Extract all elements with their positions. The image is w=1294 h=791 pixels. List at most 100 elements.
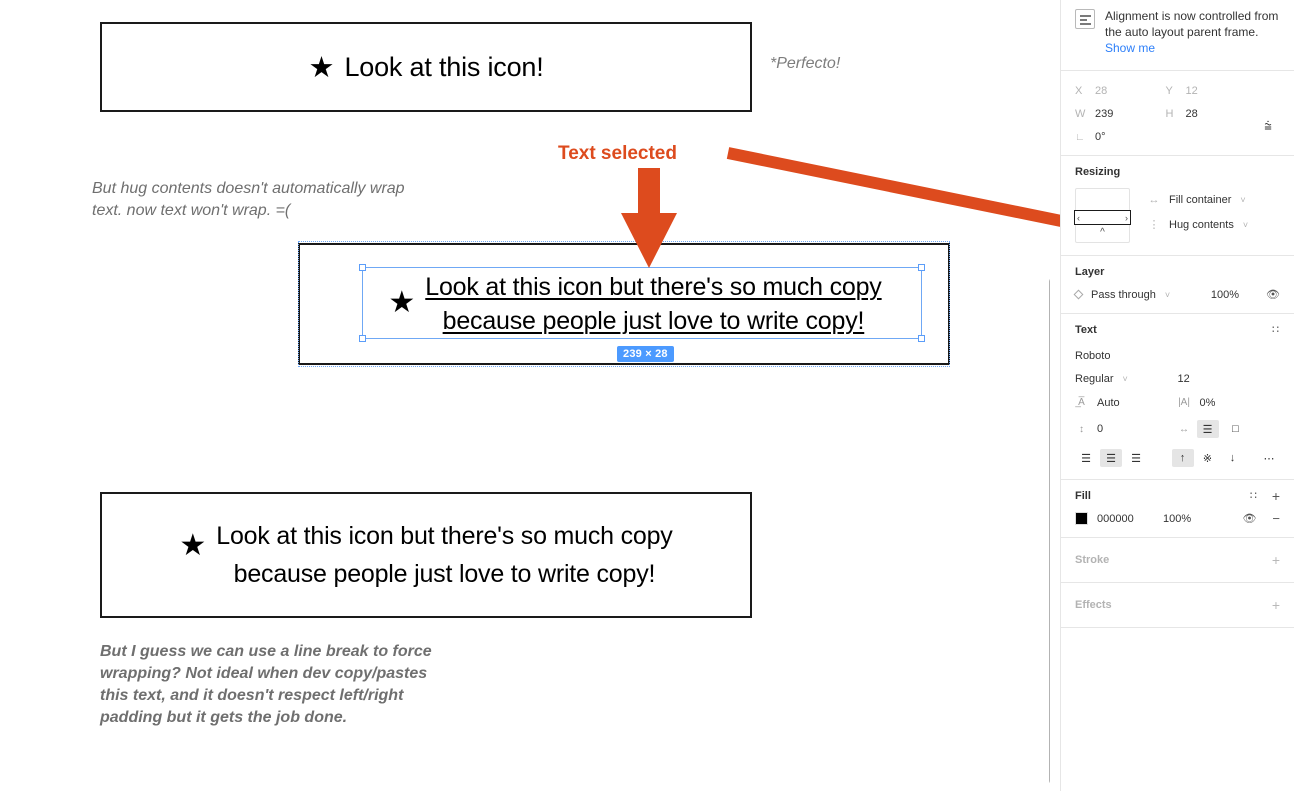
frame-box-1[interactable]: ★ Look at this icon! [100, 22, 752, 112]
stroke-title: Stroke [1075, 554, 1110, 566]
resize-horizontal-bar[interactable]: ‹ › [1074, 210, 1131, 225]
h-field[interactable]: H 28 [1166, 108, 1257, 120]
rotation-icon: ∟ [1075, 131, 1085, 143]
w-field[interactable]: W 239 [1075, 108, 1166, 120]
font-weight-control[interactable]: Regular ˅ [1075, 373, 1178, 385]
star-icon: ★ [308, 51, 335, 84]
chevron-down-icon: ˅ [1122, 374, 1128, 384]
chevron-left-icon: ‹ [1077, 212, 1080, 223]
line-break-note: But I guess we can use a line break to f… [100, 643, 432, 726]
letter-spacing-icon: |A| [1178, 397, 1190, 408]
hug-icon: ⋮ [1148, 219, 1160, 231]
fill-title: Fill [1075, 490, 1091, 502]
perfecto-note: *Perfecto! [770, 55, 841, 72]
align-center-button[interactable]: ☰ [1100, 449, 1122, 467]
hug-contents-note: But hug contents doesn't automatically w… [92, 180, 405, 219]
visibility-eye-icon[interactable]: 👁 [1266, 288, 1280, 301]
align-middle-button[interactable]: ※ [1197, 449, 1219, 467]
letter-spacing-value: 0% [1199, 396, 1216, 409]
frame-box-1-label: Look at this icon! [344, 51, 544, 82]
letter-spacing-control[interactable]: |A| 0% [1178, 396, 1281, 409]
add-stroke-button[interactable]: + [1272, 553, 1280, 567]
text-title: Text [1075, 324, 1097, 336]
line-height-value: Auto [1097, 396, 1120, 409]
annotation-label: Text selected [558, 143, 677, 164]
layer-title: Layer [1075, 266, 1105, 278]
add-effect-button[interactable]: + [1272, 598, 1280, 612]
dimension-badge: 239 × 28 [617, 346, 674, 362]
fixed-size-button[interactable]: □ [1225, 420, 1247, 438]
auto-height-button[interactable]: ☰ [1196, 420, 1219, 438]
horizontal-arrows-icon: ↔ [1148, 194, 1160, 206]
resize-horizontal-control[interactable]: ↔ Fill container ˅ [1148, 194, 1248, 206]
lock-aspect-ratio-icon[interactable]: ⩭ [1264, 118, 1272, 134]
font-weight-value: Regular [1075, 373, 1114, 385]
chevron-up-icon: ^ [1100, 227, 1105, 238]
chevron-down-icon: ˅ [1242, 219, 1249, 230]
y-label: Y [1165, 85, 1173, 97]
align-left-icon [1075, 9, 1095, 29]
paragraph-spacing-value: 0 [1097, 423, 1104, 435]
chevron-down-icon: ˅ [1164, 289, 1171, 300]
layer-section: Layer Pass through ˅ 100% 👁 [1061, 256, 1294, 314]
paragraph-spacing-icon: ↕ [1079, 423, 1084, 435]
effects-title: Effects [1075, 599, 1112, 611]
layer-opacity-value[interactable]: 100% [1211, 289, 1239, 301]
fill-visibility-eye-icon[interactable]: 👁 [1242, 512, 1256, 525]
alignment-hint-text: Alignment is now controlled from the aut… [1105, 8, 1280, 56]
resizing-section: Resizing ‹ › ^ ↔ Fill container ˅ ⋮ Hug c… [1061, 156, 1294, 256]
chevron-down-icon: ˅ [1240, 195, 1246, 205]
blend-mode-icon [1073, 289, 1084, 300]
fill-styles-icon[interactable]: ∷ [1250, 491, 1258, 502]
text-more-options-button[interactable]: ⋯ [1258, 449, 1280, 467]
h-value: 28 [1185, 108, 1198, 120]
resizing-title: Resizing [1075, 166, 1121, 178]
x-value: 28 [1095, 85, 1108, 97]
frame-box-3-label: Look at this icon but there's so much co… [216, 522, 673, 588]
resize-width-icon[interactable]: ↔ [1178, 423, 1191, 436]
resize-vertical-value: Hug contents [1169, 218, 1234, 231]
fill-opacity-value[interactable]: 100% [1163, 513, 1209, 525]
font-size-control[interactable]: 12 [1178, 373, 1281, 385]
remove-fill-button[interactable]: − [1272, 512, 1280, 525]
properties-panel[interactable]: Alignment is now controlled from the aut… [1060, 0, 1294, 791]
align-bottom-button[interactable]: ↓ [1222, 449, 1244, 467]
design-canvas[interactable]: ★ Look at this icon! *Perfecto! But hug … [0, 0, 1050, 791]
frame-box-2-label: Look at this icon but there's so much co… [425, 273, 882, 335]
align-right-button[interactable]: ☰ [1125, 449, 1147, 467]
line-height-control[interactable]: ̲A̅ Auto [1075, 396, 1178, 409]
fill-section: Fill ∷ + 000000 100% 👁 − [1061, 480, 1294, 538]
y-field[interactable]: Y 12 [1166, 85, 1257, 97]
position-section: X 28 Y 12 W 239 H 28 ⩭ ∟ 0° [1061, 71, 1294, 156]
text-styles-icon[interactable]: ∷ [1272, 325, 1280, 336]
w-label: W [1075, 108, 1086, 120]
resize-preview-widget[interactable]: ‹ › ^ [1074, 188, 1131, 243]
x-label: X [1075, 85, 1083, 97]
figma-screen: ★ Look at this icon! *Perfecto! But hug … [0, 0, 1294, 791]
paragraph-spacing-control[interactable]: ↕ 0 [1075, 423, 1178, 436]
add-fill-button[interactable]: + [1272, 489, 1280, 503]
align-top-button[interactable]: ↑ [1171, 449, 1194, 467]
fill-color-swatch[interactable] [1075, 512, 1088, 525]
rotation-field[interactable]: ∟ 0° [1075, 131, 1166, 143]
font-family-value[interactable]: Roboto [1075, 350, 1280, 362]
resize-vertical-control[interactable]: ⋮ Hug contents ˅ [1148, 218, 1249, 232]
show-me-link[interactable]: Show me [1105, 41, 1155, 55]
canvas-vertical-scrollbar[interactable] [1049, 278, 1050, 784]
frame-box-3[interactable]: ★ Look at this icon but there's so much … [100, 492, 752, 618]
line-height-icon: ̲A̅ [1078, 397, 1085, 408]
stroke-section: Stroke + [1061, 538, 1294, 583]
align-left-button[interactable]: ☰ [1075, 449, 1097, 467]
text-section: Text ∷ Roboto Regular ˅ 12 ̲A̅ Auto |A| … [1061, 314, 1294, 480]
effects-section: Effects + [1061, 583, 1294, 628]
resize-horizontal-value: Fill container [1169, 194, 1232, 206]
w-value: 239 [1095, 108, 1114, 120]
y-value: 12 [1185, 85, 1198, 97]
x-field[interactable]: X 28 [1075, 85, 1166, 97]
blend-mode-value[interactable]: Pass through [1091, 289, 1156, 301]
fill-hex-value[interactable]: 000000 [1097, 513, 1163, 525]
chevron-right-icon: › [1125, 212, 1128, 223]
hint-copy: Alignment is now controlled from the aut… [1105, 9, 1279, 39]
font-size-value: 12 [1177, 373, 1190, 385]
h-label: H [1165, 108, 1174, 120]
